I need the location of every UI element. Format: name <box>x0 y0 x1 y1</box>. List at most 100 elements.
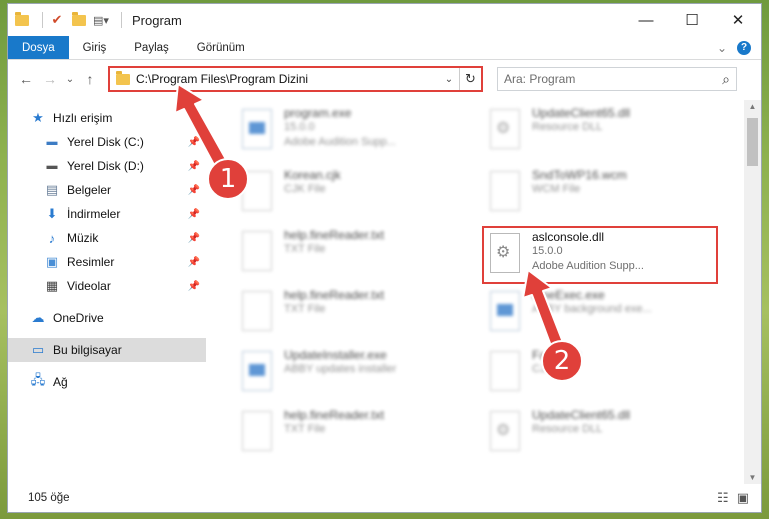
up-button[interactable]: ↑ <box>78 71 102 87</box>
step-1-badge: 1 <box>207 158 249 200</box>
file-item[interactable]: SndToWP16.wcm WCM File <box>484 166 724 226</box>
sidebar-item-disk-c[interactable]: ▬ Yerel Disk (C:) 📌 <box>8 130 206 154</box>
refresh-button[interactable]: ↻ <box>459 68 481 90</box>
file-meta: TXT File <box>284 303 326 315</box>
close-button[interactable]: ✕ <box>715 4 761 36</box>
file-name: help.fineReader.txt <box>284 288 385 302</box>
expand-ribbon-icon[interactable]: ⌄ <box>717 41 727 55</box>
file-item[interactable]: Korean.cjk CJK File <box>236 166 476 226</box>
file-name: help.fineReader.txt <box>284 228 385 242</box>
address-bar[interactable]: C:\Program Files\Program Dizini ⌄ ↻ <box>108 66 483 92</box>
downloads-icon: ⬇ <box>46 206 58 221</box>
network-icon: 🖧 <box>30 372 46 387</box>
file-item[interactable]: UpdateClient65.dll Resource DLL <box>484 406 724 466</box>
navigation-bar: ← → ⌄ ↑ C:\Program Files\Program Dizini … <box>8 60 761 98</box>
file-meta: CJK File <box>284 183 326 195</box>
file-list: program.exe 15.0.0 Adobe Audition Supp..… <box>206 100 761 484</box>
divider <box>42 12 43 28</box>
sidebar-item-label: Bu bilgisayar <box>53 343 122 357</box>
file-item[interactable]: program.exe 15.0.0 Adobe Audition Supp..… <box>236 104 476 164</box>
back-button[interactable]: ← <box>14 71 38 87</box>
forward-button[interactable]: → <box>38 71 62 87</box>
address-dropdown-button[interactable]: ⌄ <box>439 74 459 85</box>
file-item[interactable]: help.fineReader.txt TXT File <box>236 286 476 346</box>
file-meta: ABBY updates installer <box>284 363 397 375</box>
sidebar-item-videos[interactable]: ▦ Videolar 📌 <box>8 274 206 298</box>
large-icons-view-icon[interactable]: ▣ <box>737 490 749 506</box>
new-folder-icon[interactable] <box>71 11 87 28</box>
sidebar-item-downloads[interactable]: ⬇ İndirmeler 📌 <box>8 202 206 226</box>
maximize-button[interactable]: ☐ <box>669 4 715 36</box>
minimize-button[interactable]: — <box>623 4 669 36</box>
sidebar-item-disk-d[interactable]: ▬ Yerel Disk (D:) 📌 <box>8 154 206 178</box>
pin-icon: 📌 <box>187 184 200 196</box>
file-meta: WCM File <box>532 183 581 195</box>
file-item[interactable]: UpdateInstaller.exe ABBY updates install… <box>236 346 476 406</box>
file-name: FineExec.exe <box>532 288 605 302</box>
divider <box>121 12 122 28</box>
dll-file-icon <box>490 109 520 149</box>
scroll-thumb[interactable] <box>747 118 758 166</box>
sidebar-item-network[interactable]: 🖧 Ağ <box>8 370 206 394</box>
sidebar-item-pictures[interactable]: ▣ Resimler 📌 <box>8 250 206 274</box>
file-name: help.fineReader.txt <box>284 408 385 422</box>
search-input[interactable]: Ara: Program ⌕ <box>497 67 737 91</box>
sidebar-item-label: Videolar <box>67 279 111 293</box>
file-name: Korean.cjk <box>284 168 341 182</box>
music-icon: ♪ <box>48 230 56 246</box>
pin-icon: 📌 <box>187 280 200 292</box>
tab-dosya[interactable]: Dosya <box>8 36 69 59</box>
status-bar: 105 öğe ☷ ▣ <box>8 484 761 512</box>
application-icon <box>242 109 272 149</box>
sidebar-item-music[interactable]: ♪ Müzik 📌 <box>8 226 206 250</box>
scroll-up-icon[interactable]: ▲ <box>744 102 761 111</box>
pin-icon: 📌 <box>187 232 200 244</box>
file-item[interactable]: help.fineReader.txt TXT File <box>236 406 476 466</box>
properties-icon[interactable]: ✔ <box>49 12 65 28</box>
sidebar-item-label: Yerel Disk (D:) <box>67 159 144 173</box>
file-icon <box>242 231 272 271</box>
highlight-box <box>482 226 718 284</box>
recent-locations-button[interactable]: ⌄ <box>62 74 78 85</box>
star-icon: ★ <box>32 110 44 125</box>
window-title: Program <box>132 12 182 28</box>
search-placeholder[interactable]: Ara: Program <box>504 72 722 86</box>
tab-paylas[interactable]: Paylaş <box>120 36 183 59</box>
sidebar-item-label: Yerel Disk (C:) <box>67 135 144 149</box>
file-name: program.exe <box>284 106 352 120</box>
file-item[interactable]: FineExec.exe ABBY background exe... <box>484 286 724 346</box>
sidebar-item-label: Resimler <box>67 255 115 269</box>
pin-icon: 📌 <box>187 256 200 268</box>
sidebar-item-label: OneDrive <box>53 311 104 325</box>
navigation-pane: ★ Hızlı erişim ▬ Yerel Disk (C:) 📌 ▬ Yer… <box>8 100 206 484</box>
folder-icon <box>116 70 130 85</box>
file-name: UpdateInstaller.exe <box>284 348 387 362</box>
sidebar-item-this-pc[interactable]: ▭ Bu bilgisayar <box>8 338 206 362</box>
file-item[interactable]: help.fineReader.txt TXT File <box>236 226 476 286</box>
file-meta: Adobe Audition Supp... <box>284 136 396 148</box>
file-meta: 15.0.0 <box>284 121 315 133</box>
tab-gorunum[interactable]: Görünüm <box>183 36 259 59</box>
vertical-scrollbar[interactable]: ▲ ▼ <box>744 100 761 484</box>
file-icon <box>490 351 520 391</box>
file-meta: TXT File <box>284 243 326 255</box>
file-name: UpdateClient65.dll <box>532 106 631 120</box>
tab-giris[interactable]: Giriş <box>69 36 121 59</box>
details-view-icon[interactable]: ☷ <box>717 490 729 506</box>
item-count: 105 öğe <box>28 492 70 504</box>
customize-toolbar-icon[interactable]: ▤▾ <box>93 12 109 28</box>
file-item[interactable]: UpdateClient65.dll Resource DLL <box>484 104 724 164</box>
file-name: UpdateClient65.dll <box>532 408 631 422</box>
file-item[interactable]: Fan....cjk CJK <box>484 346 724 406</box>
address-path[interactable]: C:\Program Files\Program Dizini <box>136 72 439 86</box>
sidebar-item-documents[interactable]: ▤ Belgeler 📌 <box>8 178 206 202</box>
sidebar-item-onedrive[interactable]: ☁ OneDrive <box>8 306 206 330</box>
application-icon <box>490 291 520 331</box>
file-meta: ABBY background exe... <box>532 303 652 315</box>
scroll-down-icon[interactable]: ▼ <box>744 473 761 482</box>
drive-icon: ▬ <box>46 160 58 172</box>
help-icon[interactable]: ? <box>737 40 751 55</box>
computer-icon: ▭ <box>31 342 45 357</box>
sidebar-item-quick-access[interactable]: ★ Hızlı erişim <box>8 106 206 130</box>
sidebar-item-label: İndirmeler <box>67 207 121 221</box>
